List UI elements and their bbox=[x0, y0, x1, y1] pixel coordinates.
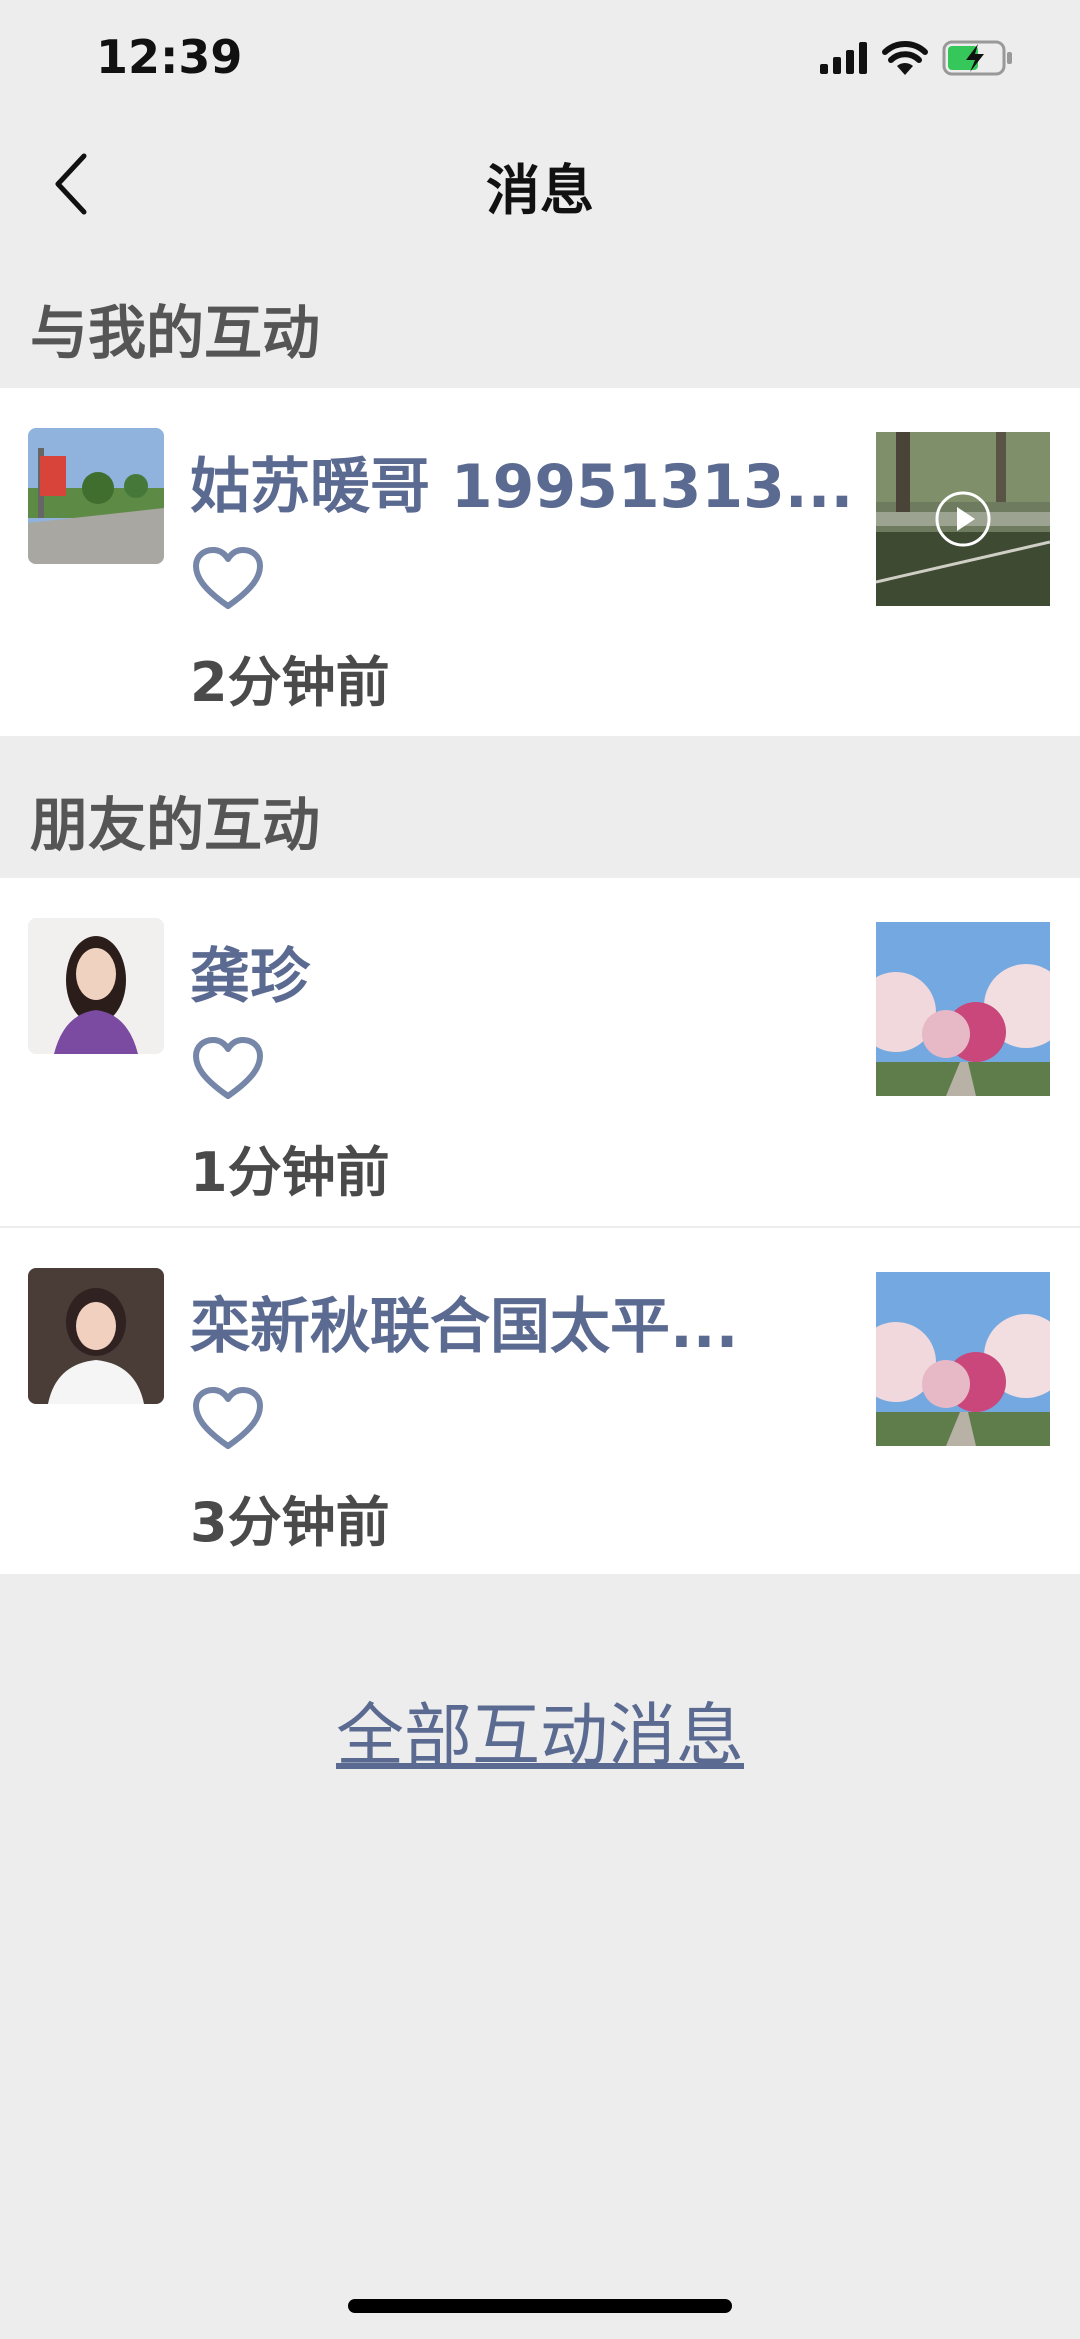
interaction-user-name[interactable]: 栾新秋联合国太平... bbox=[190, 1278, 738, 1365]
interaction-time: 2分钟前 bbox=[190, 651, 390, 714]
list-item[interactable]: 姑苏暖哥 19951313... 2分钟前 bbox=[0, 388, 1080, 736]
section-header-friends: 朋友的互动 bbox=[30, 791, 321, 859]
section-header-mine: 与我的互动 bbox=[30, 299, 321, 367]
avatar[interactable] bbox=[28, 1268, 164, 1404]
cellular-signal-icon bbox=[820, 42, 867, 74]
all-interactions-link[interactable]: 全部互动消息 bbox=[0, 1680, 1080, 1779]
nav-bar: 消息 bbox=[0, 118, 1080, 250]
avatar[interactable] bbox=[28, 918, 164, 1054]
photo-thumbnail[interactable] bbox=[876, 1272, 1050, 1446]
home-indicator bbox=[348, 2299, 732, 2313]
list-item[interactable]: 栾新秋联合国太平... 3分钟前 bbox=[0, 1226, 1080, 1574]
status-bar: 12:39 bbox=[0, 0, 1080, 118]
avatar[interactable] bbox=[28, 428, 164, 564]
heart-icon bbox=[193, 1037, 263, 1099]
interaction-user-name[interactable]: 龚珍 bbox=[190, 928, 310, 1015]
list-item[interactable]: 龚珍 1分钟前 bbox=[0, 878, 1080, 1226]
play-icon bbox=[935, 491, 991, 547]
video-thumbnail[interactable] bbox=[876, 432, 1050, 606]
status-icons bbox=[820, 40, 1014, 76]
wifi-icon bbox=[882, 41, 928, 75]
interaction-time: 1分钟前 bbox=[190, 1141, 390, 1204]
friends-interaction-list: 龚珍 1分钟前 栾新秋联合国太平... 3分钟前 bbox=[0, 878, 1080, 1574]
heart-icon bbox=[193, 1387, 263, 1449]
battery-charging-icon bbox=[942, 40, 1012, 76]
photo-thumbnail[interactable] bbox=[876, 922, 1050, 1096]
heart-icon bbox=[193, 547, 263, 609]
interaction-time: 3分钟前 bbox=[190, 1491, 390, 1554]
page-title: 消息 bbox=[486, 159, 594, 222]
status-time: 12:39 bbox=[96, 30, 243, 84]
interaction-user-name[interactable]: 姑苏暖哥 19951313... bbox=[190, 438, 853, 525]
mine-interaction-list: 姑苏暖哥 19951313... 2分钟前 bbox=[0, 388, 1080, 736]
